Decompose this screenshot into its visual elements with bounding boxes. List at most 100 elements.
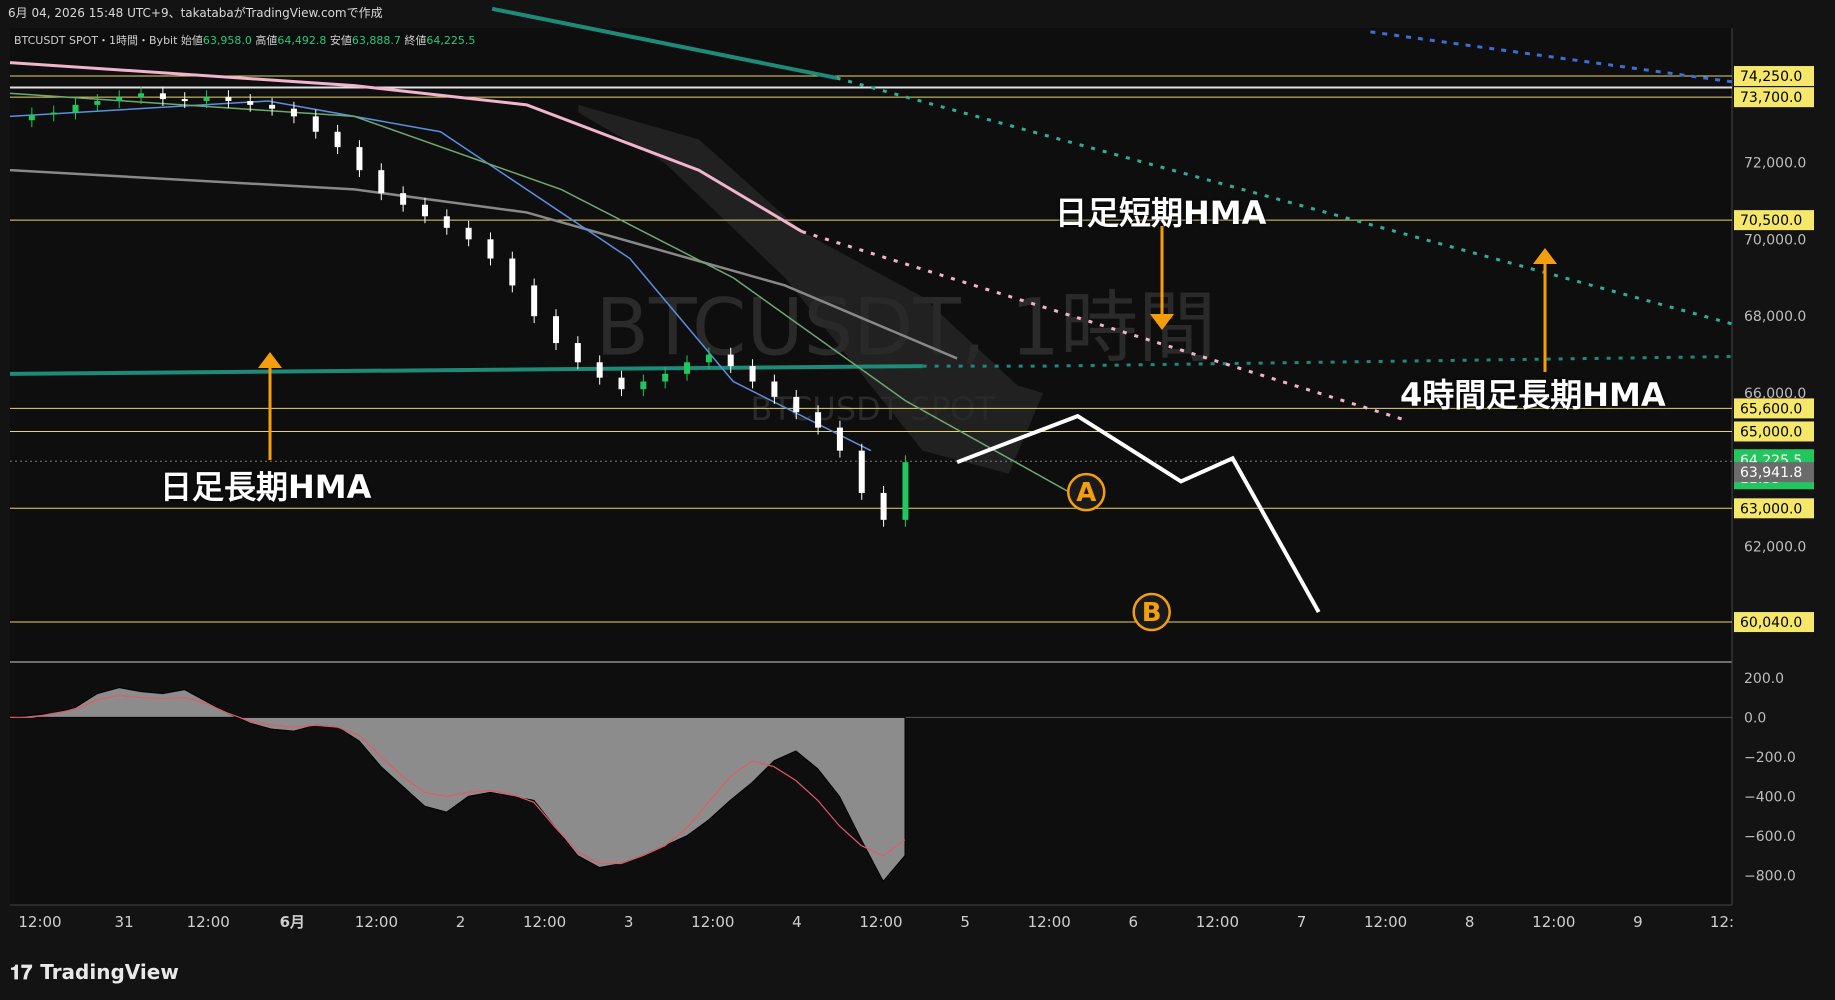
candle-body	[574, 343, 581, 363]
time-axis-tick: 12:00	[1364, 913, 1407, 931]
oscillator-axis-tick: −400.0	[1744, 789, 1796, 805]
candle-body	[793, 396, 800, 413]
annotation-4h-long-hma: 4時間足長期HMA	[1400, 376, 1666, 414]
time-axis-tick: 12:00	[1028, 913, 1071, 931]
time-axis-tick: 12:00	[1532, 913, 1575, 931]
candle-body	[705, 354, 712, 363]
legend-high-label: 高値	[255, 34, 278, 47]
candle-body	[28, 114, 35, 121]
legend-low-label: 安値	[329, 34, 352, 47]
price-level-label: 63,000.0	[1740, 501, 1802, 517]
candle-body	[138, 93, 145, 98]
time-axis-tick: 3	[624, 913, 634, 931]
time-axis-tick: 7	[1297, 913, 1307, 931]
candle-body	[443, 216, 450, 228]
candle-body	[727, 354, 734, 367]
time-axis-tick: 12:00	[187, 913, 230, 931]
marker-a-label: A	[1076, 478, 1096, 508]
time-axis-tick: 12:00	[691, 913, 734, 931]
tradingview-brand: TradingView	[40, 960, 179, 984]
candle-body	[116, 97, 123, 102]
legend-low: 63,888.7	[351, 34, 401, 47]
time-axis-tick: 6月	[280, 913, 305, 931]
candle-body	[181, 99, 188, 102]
candle-body	[596, 362, 603, 378]
price-level-label: 65,000.0	[1740, 424, 1802, 440]
time-axis-tick: 31	[115, 913, 134, 931]
marker-b: B	[1132, 592, 1171, 632]
time-axis-tick: 12:00	[355, 913, 398, 931]
time-axis-tick: 6	[1129, 913, 1139, 931]
candle-body	[858, 450, 865, 493]
price-level-label: 74,250.0	[1740, 69, 1802, 85]
candle-body	[290, 108, 297, 117]
price-axis-tick: 72,000.0	[1744, 155, 1806, 171]
time-axis-tick: 12:00	[859, 913, 902, 931]
time-axis-tick: 5	[960, 913, 970, 931]
legend-close-label: 終値	[404, 34, 427, 47]
marker-a: A	[1067, 472, 1106, 512]
legend-open: 63,958.0	[202, 34, 252, 47]
tradingview-logo-icon: 𝟏𝟕	[10, 960, 33, 984]
time-axis-tick: 12:00	[18, 913, 61, 931]
candle-body	[72, 104, 79, 113]
candle-body	[815, 412, 822, 428]
candle-body	[465, 227, 472, 240]
candle-body	[509, 258, 516, 286]
ohlc-legend: BTCUSDT SPOT・1時間・Bybit 始値63,958.0 高値64,4…	[14, 32, 475, 48]
candle-body	[356, 147, 363, 171]
oscillator-axis-tick: −600.0	[1744, 829, 1796, 845]
candle-body	[400, 193, 407, 205]
candle-body	[662, 373, 669, 382]
candle-body	[771, 381, 778, 397]
time-axis-tick: 12:	[1710, 913, 1734, 931]
footer-bar: 𝟏𝟕 TradingView	[0, 940, 1835, 1000]
candle-body	[880, 492, 887, 520]
legend-high: 64,492.8	[277, 34, 327, 47]
candle-body	[684, 362, 691, 374]
tradingview-logo[interactable]: 𝟏𝟕 TradingView	[10, 960, 179, 984]
candle-body	[225, 97, 232, 102]
price-axis-tick: 62,000.0	[1744, 540, 1806, 556]
oscillator-axis-tick: −200.0	[1744, 750, 1796, 766]
oscillator-axis-tick: 0.0	[1744, 710, 1766, 726]
price-level-label: 73,700.0	[1740, 90, 1802, 106]
price-axis-tick: 68,000.0	[1744, 309, 1806, 325]
candle-body	[94, 101, 101, 105]
candle-body	[50, 112, 57, 115]
time-axis-tick: 12:00	[523, 913, 566, 931]
price-level-label: 70,500.0	[1740, 213, 1802, 229]
price-level-label: 60,040.0	[1740, 615, 1802, 631]
candle-body	[902, 462, 909, 520]
candle-body	[203, 97, 210, 102]
candle-body	[421, 204, 428, 217]
oscillator-axis-tick: −800.0	[1744, 868, 1796, 884]
price-axis-tick: 70,000.0	[1744, 232, 1806, 248]
tradingview-chart-window: 6月 04, 2026 15:48 UTC+9、takatabaがTrading…	[0, 0, 1835, 1000]
candle-body	[269, 104, 276, 109]
candle-body	[312, 116, 319, 132]
candle-body	[553, 316, 559, 344]
candle-body	[836, 427, 843, 451]
legend-close: 64,225.5	[426, 34, 476, 47]
candle-body	[749, 366, 756, 382]
candle-body	[378, 170, 385, 194]
time-axis-tick: 2	[456, 913, 466, 931]
annotation-daily-short-hma: 日足短期HMA	[1055, 194, 1267, 232]
oscillator-axis-tick: 200.0	[1744, 671, 1784, 687]
candle-body	[531, 285, 538, 317]
reference-price-label: 63,941.8	[1740, 465, 1802, 481]
candle-body	[334, 131, 341, 148]
legend-open-label: 始値	[180, 34, 203, 47]
candle-body	[487, 239, 494, 259]
candle-body	[247, 101, 254, 105]
candle-body	[640, 381, 647, 390]
candle-body	[159, 93, 166, 100]
time-axis-tick: 12:00	[1196, 913, 1239, 931]
time-axis-tick: 9	[1633, 913, 1643, 931]
candle-body	[618, 377, 625, 390]
legend-symbol[interactable]: BTCUSDT SPOT・1時間・Bybit	[14, 34, 177, 47]
annotation-daily-long-hma: 日足長期HMA	[160, 468, 372, 506]
price-level-label: 65,600.0	[1740, 401, 1802, 417]
time-axis-tick: 8	[1465, 913, 1475, 931]
